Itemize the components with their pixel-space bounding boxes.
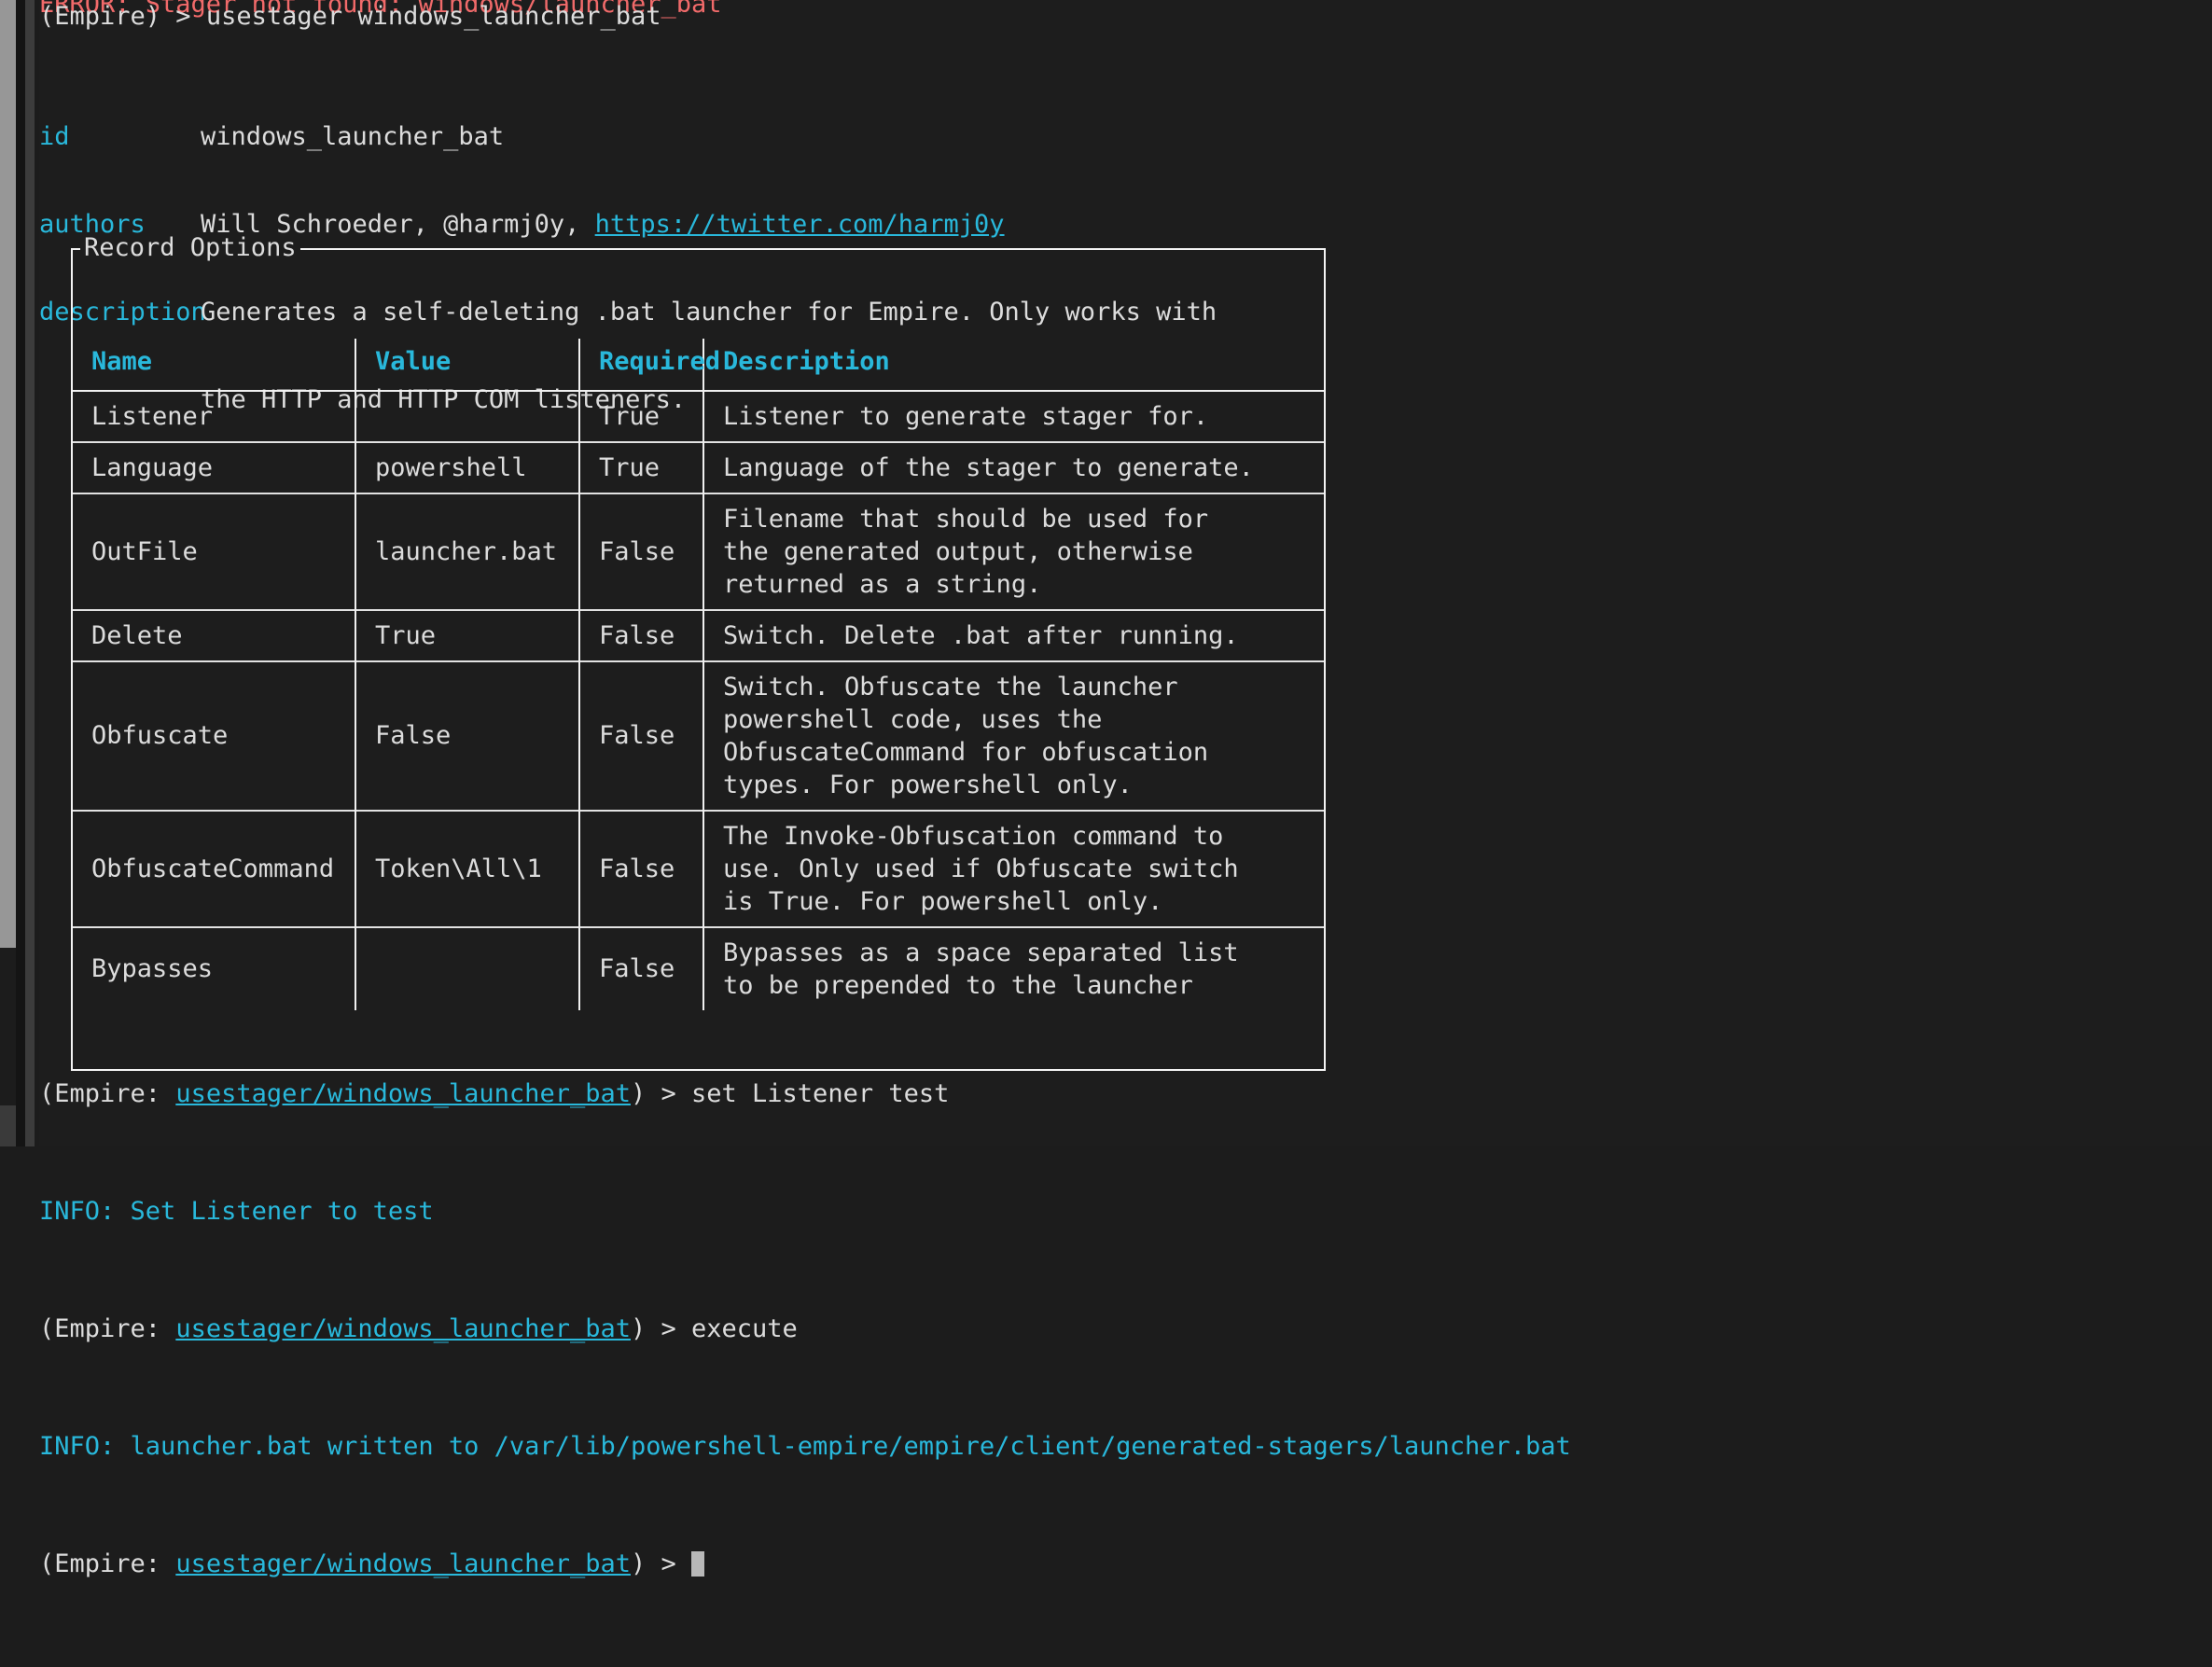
cell-option-description: Switch. Delete .bat after running.	[703, 610, 1324, 661]
table-row: Listener True Listener to generate stage…	[73, 391, 1324, 442]
cell-option-description: Listener to generate stager for.	[703, 391, 1324, 442]
window-gutter-light	[25, 0, 35, 1146]
initial-command: usestager windows_launcher_bat	[206, 2, 661, 31]
prompt-path: usestager/windows_launcher_bat	[175, 1079, 631, 1108]
table-row: Language powershell True Language of the…	[73, 442, 1324, 493]
cell-option-description: Filename that should be used for the gen…	[703, 493, 1324, 610]
cell-option-name: Language	[73, 442, 355, 493]
log-line-execute: (Empire: usestager/windows_launcher_bat)…	[39, 1314, 1571, 1344]
prompt-open: (Empire:	[39, 1549, 175, 1578]
record-options-title: Record Options	[80, 233, 300, 263]
terminal-window: ERROR: Stager not found: windows/launche…	[0, 0, 2212, 1146]
prompt-prefix: (Empire) >	[39, 2, 206, 31]
prompt-close: ) >	[631, 1549, 691, 1578]
cell-option-required: False	[579, 493, 703, 610]
cell-option-required: True	[579, 391, 703, 442]
cell-option-name: OutFile	[73, 493, 355, 610]
table-row: Delete True False Switch. Delete .bat af…	[73, 610, 1324, 661]
column-header-description: Description	[703, 339, 1324, 391]
table-row: OutFile launcher.bat False Filename that…	[73, 493, 1324, 610]
prompt-close: ) >	[631, 1314, 691, 1343]
table-row: ObfuscateCommand Token\All\1 False The I…	[73, 811, 1324, 927]
table-body: Listener True Listener to generate stage…	[73, 391, 1324, 1010]
cell-option-required: False	[579, 661, 703, 811]
cell-option-description: Switch. Obfuscate the launcher powershel…	[703, 661, 1324, 811]
authors-twitter-link[interactable]: https://twitter.com/harmj0y	[595, 210, 1005, 239]
cell-option-value: False	[355, 661, 579, 811]
terminal-output[interactable]: ERROR: Stager not found: windows/launche…	[39, 0, 2212, 1146]
prompt-path: usestager/windows_launcher_bat	[175, 1314, 631, 1343]
log-line-info-set: INFO: Set Listener to test	[39, 1197, 1571, 1227]
cell-option-value	[355, 391, 579, 442]
cell-option-description: Language of the stager to generate.	[703, 442, 1324, 493]
log-line-active-prompt[interactable]: (Empire: usestager/windows_launcher_bat)…	[39, 1549, 1571, 1579]
text-cursor[interactable]	[691, 1551, 704, 1577]
module-id-row: idwindows_launcher_bat	[39, 122, 1217, 151]
cell-option-required: False	[579, 610, 703, 661]
cell-option-required: False	[579, 811, 703, 927]
record-options-panel: Record Options Name Value Required Descr…	[71, 248, 1326, 1071]
cell-option-value: powershell	[355, 442, 579, 493]
module-id-value: windows_launcher_bat	[201, 122, 504, 151]
table-header-row: Name Value Required Description	[73, 339, 1324, 391]
cell-option-description: The Invoke-Obfuscation command to use. O…	[703, 811, 1324, 927]
cell-option-name: ObfuscateCommand	[73, 811, 355, 927]
cell-option-value: True	[355, 610, 579, 661]
log-line-info-written: INFO: launcher.bat written to /var/lib/p…	[39, 1432, 1571, 1462]
prompt-close: ) >	[631, 1079, 691, 1108]
log-command: set Listener test	[691, 1079, 949, 1108]
column-header-required: Required	[579, 339, 703, 391]
column-header-name: Name	[73, 339, 355, 391]
record-options-table: Name Value Required Description Listener…	[73, 339, 1324, 1010]
window-gutter-dark	[16, 0, 25, 1146]
cell-option-name: Listener	[73, 391, 355, 442]
prompt-path: usestager/windows_launcher_bat	[175, 1549, 631, 1578]
cell-option-required: True	[579, 442, 703, 493]
log-line-set-listener: (Empire: usestager/windows_launcher_bat)…	[39, 1079, 1571, 1109]
cell-option-name: Delete	[73, 610, 355, 661]
prompt-open: (Empire:	[39, 1314, 175, 1343]
column-header-value: Value	[355, 339, 579, 391]
scrollbar-corner	[0, 1105, 16, 1146]
vertical-scrollbar-thumb[interactable]	[0, 0, 16, 948]
prompt-open: (Empire:	[39, 1079, 175, 1108]
initial-prompt-line: (Empire) > usestager windows_launcher_ba…	[39, 2, 661, 32]
cell-option-name: Obfuscate	[73, 661, 355, 811]
cell-option-value: launcher.bat	[355, 493, 579, 610]
command-log: (Empire: usestager/windows_launcher_bat)…	[39, 991, 1571, 1667]
log-command: execute	[691, 1314, 798, 1343]
module-id-label: id	[39, 122, 201, 152]
cell-option-value: Token\All\1	[355, 811, 579, 927]
table-row: Obfuscate False False Switch. Obfuscate …	[73, 661, 1324, 811]
